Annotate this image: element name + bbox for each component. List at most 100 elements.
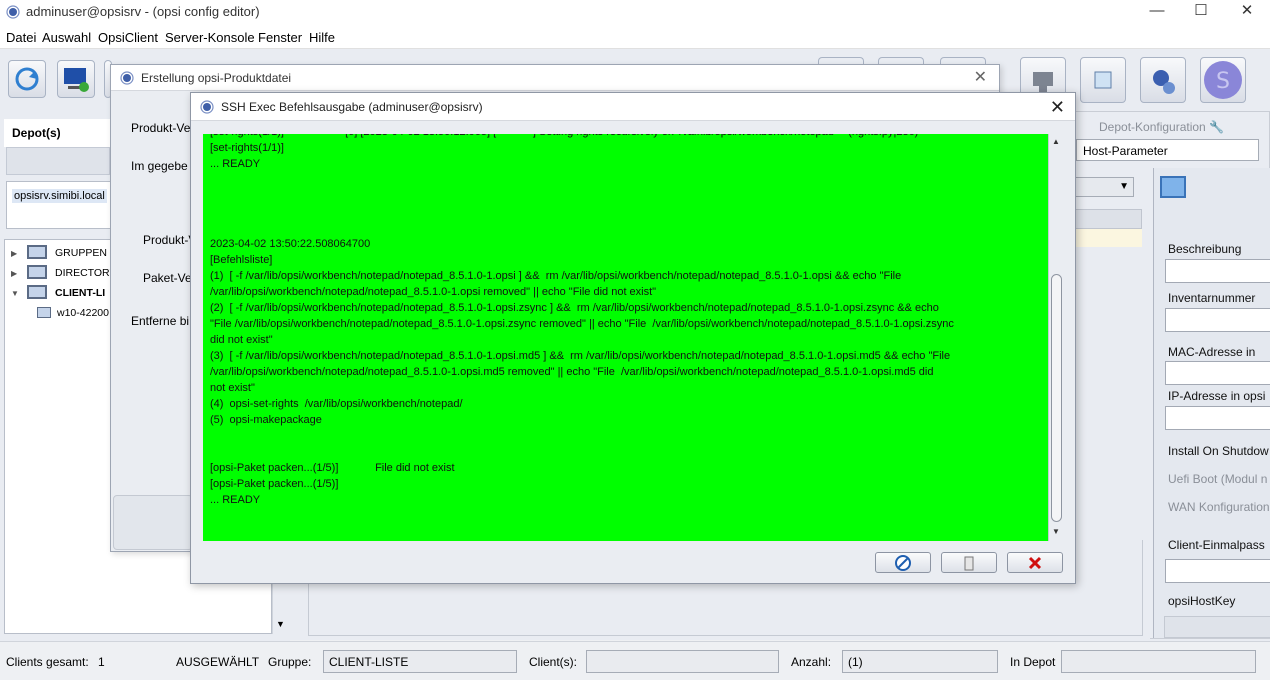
tree-node-client[interactable]: w10-42200 — [37, 304, 109, 322]
window-title: adminuser@opsisrv - (opsi config editor) — [26, 4, 260, 19]
inventarnummer-field[interactable] — [1165, 308, 1275, 332]
status-bar: Clients gesamt: 1 AUSGEWÄHLT Gruppe: CLI… — [0, 641, 1285, 680]
ssh-output-text: [set-rights(1/1)] [6] [2023-04-02 13:50:… — [210, 134, 954, 506]
tree-label: GRUPPEN — [55, 247, 107, 259]
collapse-arrow-icon[interactable]: ▼ — [11, 285, 23, 303]
reload-button[interactable] — [8, 60, 46, 98]
dialog-titlebar: SSH Exec Befehlsausgabe (adminuser@opsis… — [191, 93, 1075, 121]
mac-address-field[interactable] — [1165, 361, 1275, 385]
expand-arrow-icon[interactable]: ▶ — [11, 265, 23, 283]
ip-address-field[interactable] — [1165, 406, 1275, 430]
close-dialog-button[interactable]: ✕ — [974, 67, 987, 87]
depots-tab[interactable]: Depot(s) — [4, 119, 110, 147]
scroll-down-icon[interactable]: ▼ — [1052, 527, 1060, 536]
tree-label: w10-42200 — [57, 307, 109, 319]
menu-datei[interactable]: Datei — [6, 30, 36, 45]
maximize-button[interactable]: ☐ — [1178, 0, 1224, 25]
close-dialog-button[interactable]: ✕ — [1050, 97, 1065, 118]
trash-icon — [964, 556, 974, 571]
opsihostkey-field[interactable] — [1164, 616, 1274, 638]
scroll-up-icon[interactable]: ▲ — [1052, 137, 1060, 146]
clients-total-label: Clients gesamt: — [6, 655, 89, 669]
clients-selected-field — [586, 650, 779, 673]
menu-hilfe[interactable]: Hilfe — [309, 30, 335, 45]
field-label: Inventarnummer — [1168, 291, 1256, 305]
tree-node-client-liste[interactable]: ▼ CLIENT-LI — [11, 284, 105, 302]
tree-node-gruppen[interactable]: ▶ GRUPPEN — [11, 244, 107, 262]
field-label: opsiHostKey — [1168, 594, 1236, 608]
tree-label: CLIENT-LI — [55, 287, 106, 299]
menu-fenster[interactable]: Fenster — [258, 30, 302, 45]
depot-item[interactable]: opsisrv.simibi.local — [12, 189, 107, 203]
group-label: Gruppe: — [268, 655, 312, 669]
product-button[interactable] — [1080, 57, 1126, 103]
one-time-password-field[interactable] — [1165, 559, 1275, 583]
wan-config-label: WAN Konfiguration — [1168, 500, 1270, 514]
dropdown[interactable]: ▼ — [1072, 177, 1134, 197]
refresh-icon — [15, 67, 39, 91]
monitor-icon — [1160, 176, 1186, 198]
opsi-app-icon — [6, 5, 20, 19]
ssh-output-dialog: SSH Exec Befehlsausgabe (adminuser@opsis… — [190, 92, 1076, 584]
group-icon — [27, 265, 47, 279]
abort-button[interactable] — [875, 552, 931, 573]
menu-auswahl[interactable]: Auswahl — [42, 30, 91, 45]
selected-label: AUSGEWÄHLT — [176, 655, 260, 669]
tab-label: Host-Parameter — [1083, 144, 1168, 158]
table-header — [1072, 209, 1142, 229]
in-depot-label: In Depot — [1010, 655, 1056, 669]
minimize-button[interactable]: — — [1134, 0, 1180, 25]
cancel-button[interactable] — [1007, 552, 1063, 573]
window-titlebar: adminuser@opsisrv - (opsi config editor)… — [0, 0, 1285, 25]
clear-button[interactable] — [941, 552, 997, 573]
scroll-thumb[interactable] — [1051, 274, 1062, 522]
field-label: Beschreibung — [1168, 242, 1242, 256]
uefi-boot-label: Uefi Boot (Modul n — [1168, 472, 1268, 486]
license-button[interactable] — [1140, 57, 1186, 103]
license-gear-icon — [1153, 70, 1175, 94]
tab-host-parameter[interactable]: Host-Parameter — [1076, 139, 1259, 161]
menu-server-konsole[interactable]: Server-Konsole — [165, 30, 255, 45]
menu-bar: Datei Auswahl OpsiClient Server-Konsole … — [0, 25, 1285, 49]
depot-list[interactable]: opsisrv.simibi.local — [6, 181, 112, 229]
group-icon — [27, 285, 47, 299]
tools-icon: 🔧 — [1209, 120, 1225, 134]
package-version-label: Paket-Ve — [143, 271, 192, 285]
dialog-titlebar: Erstellung opsi-Produktdatei ✕ — [111, 65, 999, 91]
computer-add-icon — [64, 68, 89, 92]
beschreibung-field[interactable] — [1165, 259, 1275, 283]
close-icon — [1028, 556, 1042, 570]
in-depot-field — [1061, 650, 1256, 673]
tree-label: DIRECTORY — [55, 267, 117, 279]
tab-label: Depot-Konfiguration — [1099, 120, 1206, 134]
opsi-app-icon — [200, 100, 214, 114]
properties-panel: Beschreibung Inventarnummer MAC-Adresse … — [1153, 168, 1275, 638]
new-client-button[interactable] — [57, 60, 95, 98]
scroll-down-icon[interactable]: ▼ — [276, 619, 285, 629]
field-label: IP-Adresse in opsi — [1168, 389, 1266, 403]
close-window-button[interactable]: ✕ — [1224, 0, 1270, 25]
remove-label: Entferne bi — [131, 314, 190, 328]
tab-depot-konfiguration[interactable]: Depot-Konfiguration 🔧 — [1099, 120, 1224, 134]
chevron-down-icon: ▼ — [1119, 181, 1129, 192]
package-icon — [1094, 71, 1112, 89]
install-on-shutdown-label[interactable]: Install On Shutdow — [1168, 444, 1269, 458]
given-path-label: Im gegebe — [131, 159, 188, 173]
group-icon — [27, 245, 47, 259]
product-version-label: Produkt-Ve — [131, 121, 191, 135]
ssh-output-console[interactable]: [set-rights(1/1)] [6] [2023-04-02 13:50:… — [203, 134, 1048, 541]
svg-text:S: S — [1216, 69, 1230, 94]
computer-icon — [37, 307, 51, 318]
console-scrollbar[interactable]: ▲ ▼ — [1048, 134, 1064, 541]
opsi-logo-icon: S — [1204, 61, 1242, 99]
window-edge — [1270, 0, 1285, 680]
clients-selected-label: Client(s): — [529, 655, 578, 669]
depot-filter-bar[interactable] — [6, 147, 110, 175]
menu-opsiclient[interactable]: OpsiClient — [98, 30, 158, 45]
table-row[interactable] — [1072, 229, 1142, 247]
expand-arrow-icon[interactable]: ▶ — [11, 245, 23, 263]
field-label: Client-Einmalpass — [1168, 538, 1265, 552]
opsi-logo-button[interactable]: S — [1200, 57, 1246, 103]
opsi-app-icon — [120, 71, 134, 85]
tree-node-directory[interactable]: ▶ DIRECTORY — [11, 264, 116, 282]
